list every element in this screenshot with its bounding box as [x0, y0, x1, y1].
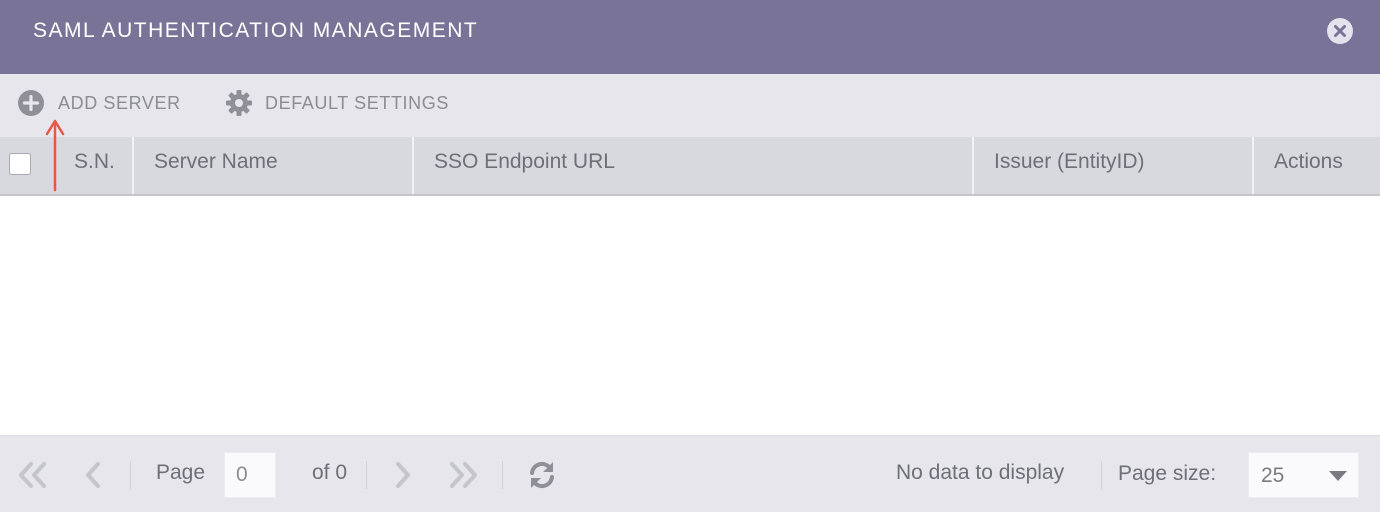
page-count-label: of 0: [312, 461, 348, 484]
grid-body: [0, 196, 1380, 435]
toolbar: ADD SERVER DEFAULT SETTINGS: [0, 74, 1380, 137]
separator: [1101, 461, 1102, 489]
gear-icon: [226, 90, 252, 116]
header-checkbox-cell: [0, 137, 55, 194]
separator: [366, 461, 367, 489]
column-header-issuer[interactable]: Issuer (EntityID): [974, 137, 1254, 194]
page-size-value: 25: [1261, 464, 1285, 487]
saml-dialog: SAML AUTHENTICATION MANAGEMENT ADD SERVE…: [0, 0, 1380, 512]
default-settings-button[interactable]: DEFAULT SETTINGS: [225, 74, 449, 132]
next-page-button[interactable]: [392, 460, 414, 495]
page-size-select[interactable]: 25: [1248, 452, 1359, 498]
chevron-down-icon: [1329, 471, 1347, 481]
first-page-button[interactable]: [16, 460, 48, 495]
last-page-button[interactable]: [448, 460, 480, 495]
select-all-checkbox[interactable]: [9, 153, 31, 175]
close-circle-icon: [1334, 25, 1346, 37]
dialog-title: SAML AUTHENTICATION MANAGEMENT: [33, 19, 479, 42]
double-chevron-right-icon: [450, 462, 477, 488]
chevron-left-icon: [86, 462, 100, 488]
column-header-sso-endpoint-url[interactable]: SSO Endpoint URL: [414, 137, 974, 194]
separator: [502, 461, 503, 489]
separator: [130, 461, 131, 489]
paging-status: No data to display: [896, 461, 1065, 484]
refresh-icon: [530, 461, 554, 489]
plus-circle-icon: [18, 90, 44, 116]
previous-page-button[interactable]: [82, 460, 104, 495]
chevron-right-icon: [396, 462, 410, 488]
column-header-actions[interactable]: Actions: [1254, 137, 1380, 194]
close-button[interactable]: [1327, 18, 1353, 44]
page-label: Page: [156, 461, 206, 484]
default-settings-label: DEFAULT SETTINGS: [265, 92, 449, 113]
column-header-sn[interactable]: S.N.: [55, 137, 134, 194]
double-chevron-left-icon: [19, 462, 46, 488]
title-bar: SAML AUTHENTICATION MANAGEMENT: [0, 0, 1380, 74]
paging-toolbar: Page of 0 No data to display: [0, 435, 1380, 512]
grid-header: S.N. Server Name SSO Endpoint URL Issuer…: [0, 137, 1380, 196]
column-header-server-name[interactable]: Server Name: [134, 137, 414, 194]
add-server-label: ADD SERVER: [58, 92, 181, 113]
page-size-label: Page size:: [1118, 462, 1217, 485]
page-number-input[interactable]: [224, 452, 276, 498]
add-server-button[interactable]: ADD SERVER: [17, 74, 181, 132]
refresh-button[interactable]: [526, 459, 558, 496]
